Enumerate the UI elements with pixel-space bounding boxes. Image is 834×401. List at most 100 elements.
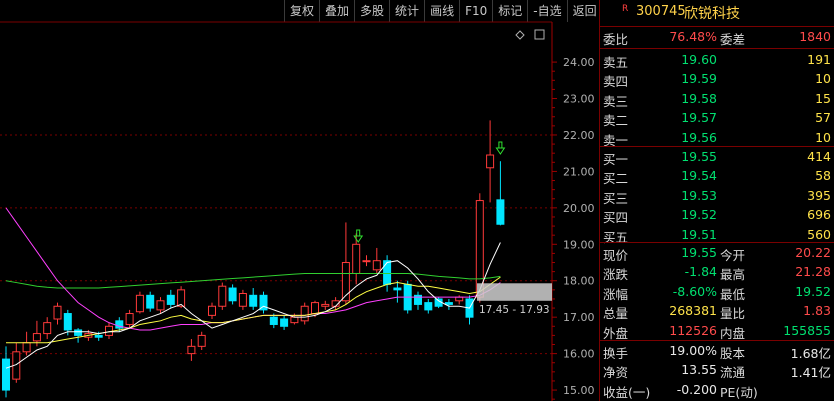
asks-row[interactable]: 卖一 19.56 10 [600, 128, 834, 148]
quote-row: 涨幅 -8.60% 最低 19.52 [600, 282, 834, 302]
axis-label: 18.00 [563, 275, 595, 288]
bids-price: 19.52 [681, 207, 717, 223]
bids-volume: 414 [807, 149, 831, 164]
quote-row: 现价 19.55 今开 20.22 [600, 243, 834, 263]
asks-volume: 15 [815, 90, 831, 106]
asks-volume: 191 [807, 52, 831, 67]
candle-body [197, 334, 206, 347]
asks-label: 卖五 [603, 55, 629, 70]
quote-value: 155855 [783, 322, 831, 338]
quote-value: 19.52 [795, 283, 831, 299]
asks-label: 卖四 [603, 74, 629, 90]
candle-body [455, 296, 464, 302]
asks-volume: 10 [815, 129, 831, 145]
stock-name[interactable]: 欣锐科技 [684, 3, 740, 23]
asks-row[interactable]: 卖五 19.60 191 [600, 50, 834, 70]
price-range-box [477, 283, 552, 301]
candle-body [135, 294, 144, 313]
axis-label: 21.00 [563, 165, 595, 178]
fundamentals-label: 股本 [720, 346, 746, 361]
candle-body [311, 302, 319, 315]
candle-body [300, 305, 309, 322]
fundamentals-label: 净资 [603, 365, 629, 381]
asks-price: 19.56 [681, 129, 717, 145]
bids-row[interactable]: 买一 19.55 414 [600, 147, 834, 167]
asks-price: 19.60 [681, 52, 717, 67]
candle-body [486, 154, 495, 169]
quote-value: -1.84 [684, 264, 717, 280]
axis-label: 20.00 [563, 202, 595, 215]
asks-volume: 57 [815, 110, 831, 126]
asks-price: 19.59 [681, 71, 717, 87]
candle-body [166, 294, 175, 305]
axis-label: 19.00 [563, 238, 595, 251]
candle-body [269, 316, 278, 325]
candle-body [63, 313, 72, 331]
fundamentals-value: 13.55 [681, 362, 717, 378]
candle-body [228, 287, 237, 302]
candle-body [321, 303, 330, 307]
quote-value: 21.28 [795, 264, 831, 280]
quote-value: 112526 [669, 322, 717, 338]
bids-price: 19.51 [681, 226, 717, 242]
quote-label: 涨跌 [603, 267, 629, 283]
asks-volume: 10 [815, 71, 831, 87]
candle-body [383, 260, 392, 285]
axis-label: 23.00 [563, 93, 595, 106]
price-range-label: 17.45 - 17.93 [479, 304, 550, 316]
bids-row[interactable]: 买二 19.54 58 [600, 166, 834, 186]
quote-label: 总量 [603, 306, 629, 322]
fundamentals-row: 收益(一) -0.200 PE(动) [600, 380, 834, 400]
signal-arrow-icon [353, 229, 364, 243]
quote-value: 268381 [669, 303, 717, 319]
fundamentals-label: 收益(一) [603, 384, 651, 400]
quote-label: 最低 [720, 286, 746, 302]
bids-volume: 58 [815, 168, 831, 184]
candle-body [352, 243, 361, 274]
asks-label: 卖二 [603, 113, 629, 129]
candle-body [2, 358, 10, 391]
quote-label: 最高 [720, 267, 746, 283]
candle-body [74, 329, 83, 336]
quote-value: 1.83 [803, 303, 831, 319]
bids-label: 买三 [603, 190, 629, 206]
stock-code[interactable]: 300745 [636, 4, 686, 19]
quote-label: 涨幅 [603, 286, 629, 302]
bids-price: 19.55 [681, 149, 717, 164]
asks-price: 19.57 [681, 110, 717, 126]
bids-label: 买二 [603, 171, 629, 187]
candle-body [290, 316, 299, 324]
fundamentals-value: 1.68亿 [790, 346, 831, 361]
candle-body [496, 199, 505, 225]
fundamentals-row: 净资 13.55 流通 1.41亿 [600, 360, 834, 380]
quote-row: 总量 268381 量比 1.83 [600, 301, 834, 321]
order-ratio-row: 委比 76.48% 委差 1840 [600, 27, 834, 47]
weicha-value: 1840 [799, 29, 831, 44]
candle-body [218, 285, 227, 307]
candle-body [444, 302, 453, 305]
axis-label: 17.00 [563, 311, 595, 324]
bids-label: 买四 [603, 210, 629, 226]
candle-body [187, 345, 196, 355]
bids-row[interactable]: 买三 19.53 395 [600, 186, 834, 206]
asks-label: 卖三 [603, 93, 629, 109]
quote-label: 内盘 [720, 325, 746, 341]
stock-header: R 300745 欣锐科技 [600, 0, 834, 27]
asks-row[interactable]: 卖三 19.58 15 [600, 89, 834, 109]
bids-volume: 560 [807, 226, 831, 242]
fundamentals-value: 1.41亿 [790, 365, 831, 381]
candle-body [424, 302, 433, 311]
bids-volume: 696 [807, 207, 831, 223]
candle-body [94, 334, 103, 338]
quote-value: -8.60% [672, 283, 717, 299]
kline-chart[interactable]: 24.00 23.00 22.00 21.00 20.00 19.00 18.00 17.00… [0, 0, 599, 401]
quote-label: 量比 [720, 306, 746, 322]
bids-price: 19.54 [681, 168, 717, 184]
axis-label: 15.00 [563, 384, 595, 397]
bids-volume: 395 [807, 187, 831, 203]
asks-row[interactable]: 卖二 19.57 57 [600, 108, 834, 128]
candle-body [372, 260, 381, 271]
asks-row[interactable]: 卖四 19.59 10 [600, 69, 834, 89]
candle-body [156, 300, 165, 311]
bids-row[interactable]: 买四 19.52 696 [600, 205, 834, 225]
